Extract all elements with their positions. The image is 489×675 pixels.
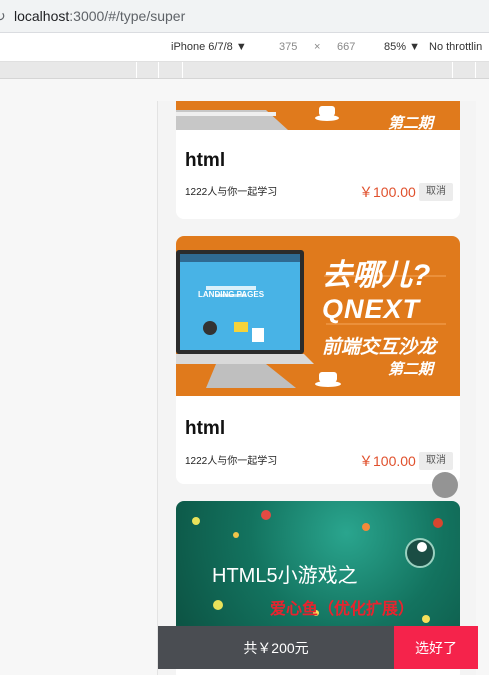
width-input[interactable]: 375 bbox=[279, 41, 297, 53]
course-learners: 1222人与你一起学习 bbox=[185, 456, 278, 467]
checkout-bar: 共￥200元 选好了 bbox=[158, 626, 478, 669]
cancel-button[interactable]: 取消 bbox=[419, 183, 453, 201]
device-toolbar: iPhone 6/7/8 ▼ 375 × 667 85% ▼ No thrott… bbox=[0, 33, 489, 62]
ruler-tick bbox=[136, 62, 137, 78]
banner-issue: 第二期 bbox=[388, 361, 434, 378]
device-viewport: 第二期 html 1222人与你一起学习 ￥100.00 取消 LANDING … bbox=[157, 101, 476, 675]
dropdown-arrow-icon: ▼ bbox=[409, 41, 420, 53]
height-input[interactable]: 667 bbox=[337, 41, 355, 53]
banner-subtitle: 前端交互沙龙 bbox=[322, 337, 437, 358]
banner-text: 第二期 bbox=[388, 115, 434, 130]
course-learners: 1222人与你一起学习 bbox=[185, 187, 278, 198]
course-card[interactable]: LANDING PAGES 去哪儿? QNEXT 前端交互沙龙 第二期 html… bbox=[176, 236, 460, 484]
course-title: html bbox=[185, 150, 226, 171]
total-amount: 共￥200元 bbox=[158, 626, 394, 669]
banner-subtitle: 爱心鱼（优化扩展） bbox=[270, 601, 415, 618]
course-banner: LANDING PAGES 去哪儿? QNEXT 前端交互沙龙 第二期 bbox=[176, 236, 460, 396]
banner-headline: HTML5小游戏之 bbox=[212, 565, 358, 587]
times-symbol: × bbox=[314, 41, 321, 53]
media-query-ruler[interactable] bbox=[0, 62, 489, 79]
url-path: :3000/#/type/super bbox=[69, 8, 186, 24]
url-text[interactable]: localhost:3000/#/type/super bbox=[14, 8, 185, 24]
floating-handle[interactable] bbox=[432, 472, 458, 498]
browser-address-bar[interactable]: ↻ localhost:3000/#/type/super bbox=[0, 0, 489, 33]
ruler-tick bbox=[475, 62, 476, 78]
ruler-tick bbox=[452, 62, 453, 78]
ruler-tick bbox=[182, 62, 183, 78]
banner-headline: 去哪儿? bbox=[322, 259, 431, 292]
zoom-select[interactable]: 85% ▼ bbox=[384, 41, 420, 53]
throttle-select[interactable]: No throttlin bbox=[429, 41, 482, 53]
course-banner: 第二期 bbox=[176, 101, 460, 130]
course-price: ￥100.00 bbox=[359, 184, 416, 200]
cancel-button[interactable]: 取消 bbox=[419, 452, 453, 470]
screen-caption: LANDING PAGES bbox=[198, 290, 265, 299]
reload-icon[interactable]: ↻ bbox=[0, 8, 10, 25]
course-card[interactable]: 第二期 html 1222人与你一起学习 ￥100.00 取消 bbox=[176, 101, 460, 219]
dropdown-arrow-icon: ▼ bbox=[235, 41, 247, 53]
course-price: ￥100.00 bbox=[359, 453, 416, 469]
url-host: localhost bbox=[14, 8, 70, 24]
course-title: html bbox=[185, 418, 226, 439]
confirm-selection-button[interactable]: 选好了 bbox=[394, 626, 478, 669]
zoom-value: 85% bbox=[384, 41, 407, 53]
ruler-tick bbox=[158, 62, 159, 78]
device-name: iPhone 6/7/8 bbox=[171, 41, 233, 53]
device-select[interactable]: iPhone 6/7/8 ▼ bbox=[171, 41, 247, 53]
banner-brand: QNEXT bbox=[322, 294, 421, 324]
